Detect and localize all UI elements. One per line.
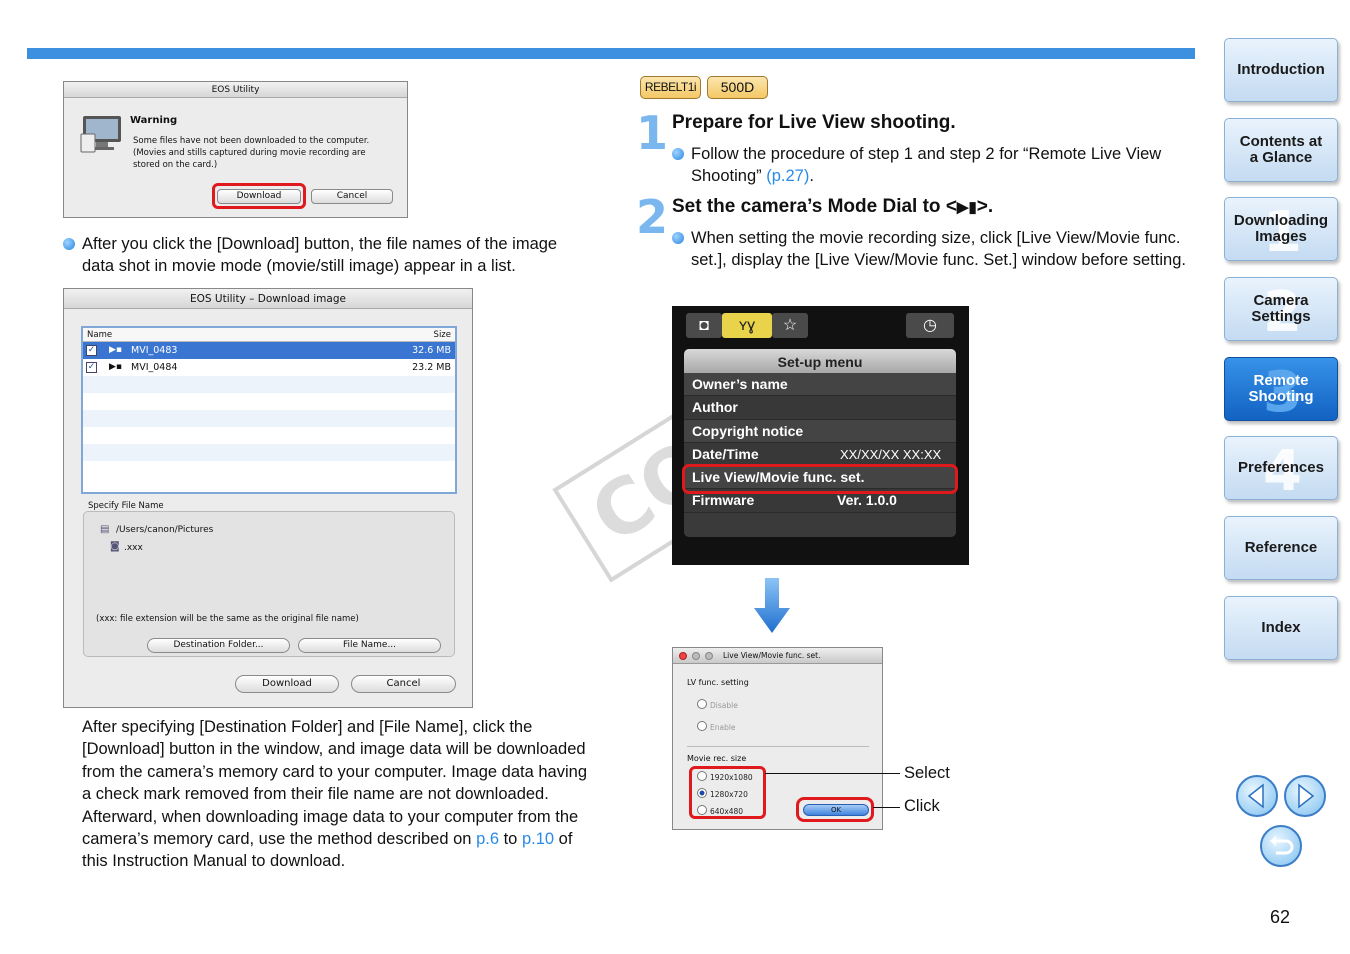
computer-icon (80, 116, 121, 153)
camera-tab-icon: ◘ (686, 313, 722, 338)
empty-row (83, 393, 455, 410)
movie-icon: ▶▪ (109, 345, 123, 355)
file-extension: .xxx (124, 543, 143, 553)
camera-menu-screen: ◘ ʏɣ ☆ ◷ Set-up menu Owner’s name Author… (672, 306, 969, 565)
step-title: Set the camera’s Mode Dial to <▶▮>. (672, 196, 994, 217)
lv-func-label: LV func. setting (687, 678, 749, 687)
ok-highlight (796, 797, 874, 822)
live-view-func-dialog: Live View/Movie func. set. LV func. sett… (672, 647, 883, 830)
bullet-icon (63, 238, 75, 250)
cancel-button[interactable]: Cancel (311, 189, 393, 204)
nav-introduction[interactable]: Introduction (1224, 38, 1338, 102)
destination-path: /Users/canon/Pictures (116, 525, 214, 535)
empty-row (83, 410, 455, 427)
warning-message: Some files have not been downloaded to t… (133, 136, 370, 170)
timer-tab-icon: ◷ (906, 313, 954, 338)
bullet-icon (672, 148, 684, 160)
file-name-button[interactable]: File Name... (298, 638, 441, 653)
model-tag-500d: 500D (707, 76, 768, 99)
click-callout-line (873, 807, 900, 808)
zoom-icon[interactable] (705, 652, 713, 660)
warning-heading: Warning (130, 115, 178, 126)
col-name: Name (87, 330, 113, 340)
menu-item: Author (684, 396, 956, 420)
empty-row (83, 427, 455, 444)
destination-folder-button[interactable]: Destination Folder... (147, 638, 290, 653)
list-header: Name Size (83, 328, 455, 342)
file-icon: ◙ (110, 541, 120, 552)
setup-tab-icon: ʏɣ (722, 313, 772, 338)
checkbox-icon[interactable]: ✓ (86, 345, 97, 356)
col-size: Size (433, 330, 451, 340)
file-list: Name Size ✓ ▶▪ MVI_0483 32.6 MB ✓ ▶▪ MVI… (81, 326, 457, 494)
menu-header: Set-up menu (684, 349, 956, 373)
dialog-titlebar: Live View/Movie func. set. (673, 648, 882, 664)
dialog-title: EOS Utility (64, 82, 407, 98)
folder-icon: ▤ (100, 524, 110, 535)
close-icon[interactable] (679, 652, 687, 660)
checkbox-icon[interactable]: ✓ (86, 362, 97, 373)
header-bar (27, 48, 1195, 59)
empty-row (83, 376, 455, 393)
model-tag-rebel: REBELT1i (640, 76, 701, 99)
nav-index[interactable]: Index (1224, 596, 1338, 660)
minimize-icon[interactable] (692, 652, 700, 660)
empty-row (83, 444, 455, 461)
body-paragraph: After specifying [Destination Folder] an… (82, 718, 588, 871)
file-row[interactable]: ✓ ▶▪ MVI_0484 23.2 MB (83, 359, 455, 376)
movie-mode-icon: ▶▮ (956, 199, 977, 216)
nav-downloading-images[interactable]: 1 Downloading Images (1224, 197, 1338, 261)
page-number: 62 (1270, 907, 1291, 927)
divider (687, 746, 869, 747)
dialog-title: EOS Utility – Download image (64, 289, 472, 309)
link-p10[interactable]: p.10 (522, 830, 554, 848)
arrow-right-icon (1298, 783, 1315, 809)
menu-item: Copyright notice (684, 419, 956, 443)
movie-size-label: Movie rec. size (687, 754, 747, 763)
size-highlight (689, 766, 766, 819)
select-callout-line (765, 773, 900, 774)
nav-contents[interactable]: Contents at a Glance (1224, 118, 1338, 182)
next-page-button[interactable] (1284, 775, 1326, 817)
bullet-after-download: After you click the [Download] button, t… (63, 233, 593, 277)
link-p6[interactable]: p.6 (476, 830, 499, 848)
step-number: 1 (636, 106, 669, 160)
menu-item: Owner’s name (684, 373, 956, 397)
specify-file-name-label: Specify File Name (88, 501, 164, 511)
step1-bullet: Follow the procedure of step 1 and step … (672, 143, 1197, 187)
empty-row (83, 461, 455, 478)
return-icon (1270, 836, 1294, 855)
nav-reference[interactable]: Reference (1224, 516, 1338, 580)
select-callout: Select (904, 764, 950, 782)
down-arrow-icon (754, 578, 790, 633)
cancel-button[interactable]: Cancel (351, 675, 456, 693)
extension-note: (xxx: file extension will be the same as… (96, 614, 359, 624)
star-tab-icon: ☆ (772, 313, 808, 338)
download-image-dialog: EOS Utility – Download image Name Size ✓… (63, 288, 473, 708)
download-highlight (212, 183, 306, 209)
file-row[interactable]: ✓ ▶▪ MVI_0483 32.6 MB (83, 342, 455, 359)
step2-bullet: When setting the movie recording size, c… (672, 227, 1192, 271)
nav-camera-settings[interactable]: 2 Camera Settings (1224, 277, 1338, 341)
arrow-left-icon (1247, 783, 1264, 809)
menu-item: Date/Time XX/XX/XX XX:XX (684, 442, 956, 467)
click-callout: Click (904, 797, 940, 815)
enable-radio[interactable]: Enable (697, 721, 736, 732)
disable-radio[interactable]: Disable (697, 699, 738, 710)
download-button[interactable]: Download (235, 675, 339, 693)
previous-page-button[interactable] (1236, 775, 1278, 817)
live-view-highlight (682, 464, 958, 494)
nav-preferences[interactable]: 4 Preferences (1224, 436, 1338, 500)
link-p27[interactable]: (p.27) (766, 167, 809, 185)
step-number: 2 (636, 190, 669, 244)
bullet-icon (672, 232, 684, 244)
warning-dialog: EOS Utility Warning Some files have not … (63, 81, 408, 218)
step-title: Prepare for Live View shooting. (672, 112, 956, 133)
movie-icon: ▶▪ (109, 362, 123, 372)
setup-menu-panel: Set-up menu Owner’s name Author Copyrigh… (684, 349, 956, 537)
nav-remote-shooting[interactable]: 3 Remote Shooting (1224, 357, 1338, 421)
return-button[interactable] (1260, 825, 1302, 867)
